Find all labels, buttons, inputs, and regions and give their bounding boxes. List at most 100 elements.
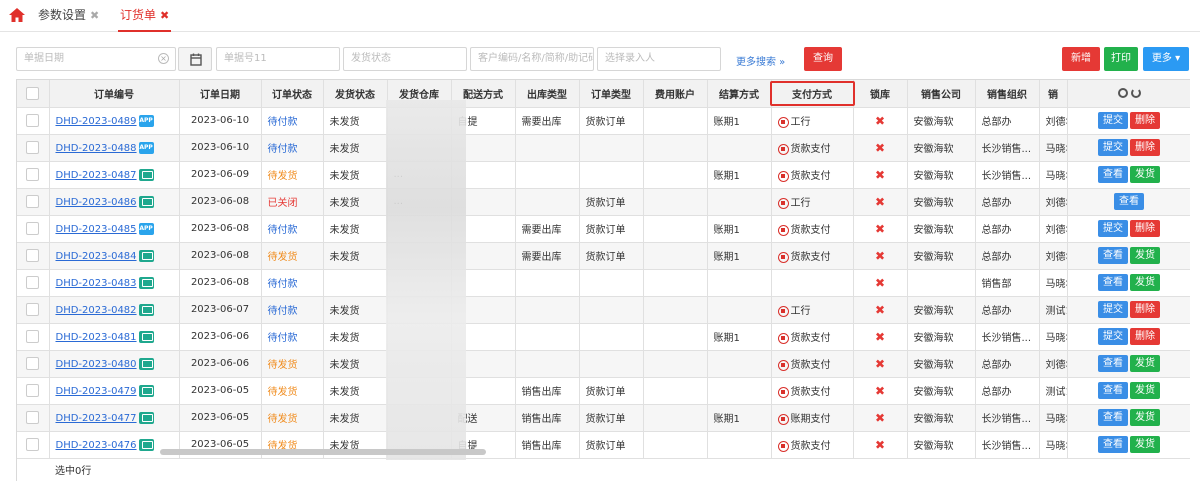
clear-icon[interactable]: × — [158, 53, 169, 64]
table-row[interactable]: DHD-2023-0485 APP 2023-06-08 待付款 未发货 需要出库 货款订单… — [17, 215, 1190, 243]
col-header[interactable]: 锁库 — [853, 80, 908, 108]
row-action-button[interactable]: 查看 — [1098, 409, 1128, 426]
row-action-button[interactable]: 查看 — [1098, 355, 1128, 372]
row-action-button[interactable]: 查看 — [1098, 436, 1128, 453]
row-action-button[interactable]: 发货 — [1130, 382, 1160, 399]
col-header[interactable]: 发货状态 — [323, 80, 388, 108]
row-action-button[interactable]: 查看 — [1098, 274, 1128, 291]
order-id-link[interactable]: DHD-2023-0487 — [56, 170, 137, 181]
order-id-link[interactable]: DHD-2023-0484 — [56, 251, 137, 262]
row-action-button[interactable]: 提交 — [1098, 220, 1128, 237]
row-action-button[interactable]: 提交 — [1098, 112, 1128, 129]
row-action-button[interactable]: 删除 — [1130, 112, 1160, 129]
col-header[interactable]: 订单状态 — [261, 80, 324, 108]
row-checkbox[interactable] — [26, 438, 40, 451]
gear-icon[interactable] — [1117, 87, 1128, 98]
row-checkbox[interactable] — [26, 276, 40, 289]
row-action-button[interactable]: 发货 — [1130, 355, 1160, 372]
row-action-button[interactable]: 删除 — [1130, 328, 1160, 345]
order-id-link[interactable]: DHD-2023-0485 — [56, 224, 137, 235]
table-row[interactable]: DHD-2023-0484 2023-06-08 待发货 未发货 需要出库 货款订单 账期1… — [17, 242, 1190, 270]
col-header[interactable]: 订单类型 — [579, 80, 644, 108]
row-action-button[interactable]: 提交 — [1098, 328, 1128, 345]
col-header[interactable]: 订单日期 — [179, 80, 262, 108]
row-action-button[interactable]: 提交 — [1098, 139, 1128, 156]
table-row[interactable]: DHD-2023-0489 APP 2023-06-10 待付款 未发货 自提 需要出库 货款… — [17, 107, 1190, 135]
row-action-button[interactable]: 删除 — [1130, 139, 1160, 156]
order-id-link[interactable]: DHD-2023-0481 — [56, 332, 137, 343]
row-action-button[interactable]: 提交 — [1098, 301, 1128, 318]
row-action-button[interactable]: 查看 — [1098, 166, 1128, 183]
table-row[interactable]: DHD-2023-04832023-06-08待付款✖销售部马晓华查看发货 — [17, 269, 1190, 297]
table-row[interactable]: DHD-2023-0479 2023-06-05 待发货 未发货 销售出库 货款订单 货款支… — [17, 377, 1190, 405]
row-checkbox[interactable] — [26, 249, 40, 262]
table-row[interactable]: DHD-2023-0481 2023-06-06 待付款 未发货 账期1 货款支付 ✖ 安徽海… — [17, 323, 1190, 351]
col-header[interactable]: 销 — [1039, 80, 1068, 108]
refresh-icon[interactable] — [1130, 87, 1141, 98]
more-search-link[interactable]: 更多搜索 » — [736, 53, 785, 68]
row-checkbox[interactable] — [26, 141, 40, 154]
order-id-link[interactable]: DHD-2023-0486 — [56, 197, 137, 208]
select-all-checkbox[interactable] — [26, 86, 40, 100]
table-row[interactable]: DHD-2023-04872023-06-09待发货未发货...账期1货款支付✖… — [17, 161, 1190, 189]
row-action-button[interactable]: 发货 — [1130, 274, 1160, 291]
order-id-link[interactable]: DHD-2023-0476 — [56, 440, 137, 451]
row-checkbox[interactable] — [26, 411, 40, 424]
entry-user-select[interactable]: 选择录入人 — [597, 47, 721, 71]
table-row[interactable]: DHD-2023-0482 2023-06-07 待付款 未发货 工行 ✖ 安徽海软 总部办测… — [17, 296, 1190, 324]
horizontal-scrollbar[interactable] — [160, 449, 486, 455]
close-icon[interactable]: ✖ — [160, 9, 169, 22]
row-checkbox[interactable] — [26, 303, 40, 316]
more-button[interactable]: 更多 ▾ — [1143, 47, 1189, 71]
order-id-link[interactable]: DHD-2023-0479 — [56, 386, 137, 397]
org-cell: 总部办 — [975, 215, 1040, 243]
date-filter-input[interactable]: 单据日期 × — [16, 47, 176, 71]
calendar-button[interactable] — [178, 47, 212, 71]
col-header[interactable]: 出库类型 — [515, 80, 580, 108]
row-action-button[interactable]: 查看 — [1114, 193, 1144, 210]
home-icon[interactable] — [9, 8, 25, 22]
order-id-link[interactable]: DHD-2023-0488 — [56, 143, 137, 154]
row-action-button[interactable]: 删除 — [1130, 220, 1160, 237]
settle-cell — [707, 350, 772, 378]
query-button[interactable]: 查询 — [804, 47, 842, 71]
col-header[interactable]: 销售组织 — [975, 80, 1040, 108]
table-row[interactable]: DHD-2023-0480 2023-06-06 待发货 未发货 货款支付 ✖ 安徽海软 总部… — [17, 350, 1190, 378]
row-checkbox[interactable] — [26, 384, 40, 397]
out-type-cell: 销售出库 — [515, 404, 580, 432]
tab-order-form[interactable]: 订货单 ✖ — [118, 0, 172, 32]
col-header[interactable]: 订单编号 — [49, 80, 180, 108]
table-row[interactable]: DHD-2023-0488 APP 2023-06-10 待付款 未发货 货款支付 ✖ 安徽海… — [17, 134, 1190, 162]
row-action-button[interactable]: 发货 — [1130, 436, 1160, 453]
ship-status-select[interactable]: 发货状态 — [343, 47, 467, 71]
order-id-link[interactable]: DHD-2023-0489 — [56, 116, 137, 127]
col-header[interactable]: 结算方式 — [707, 80, 772, 108]
col-header[interactable]: 销售公司 — [907, 80, 976, 108]
row-checkbox[interactable] — [26, 330, 40, 343]
customer-input[interactable]: 客户编码/名称/简称/助记码 — [470, 47, 594, 71]
order-id-link[interactable]: DHD-2023-0477 — [56, 413, 137, 424]
row-checkbox[interactable] — [26, 168, 40, 181]
settle-cell: 账期1 — [707, 323, 772, 351]
close-icon[interactable]: ✖ — [90, 9, 99, 22]
add-button[interactable]: 新增 — [1062, 47, 1100, 71]
row-action-button[interactable]: 发货 — [1130, 409, 1160, 426]
doc-number-input[interactable]: 单据号11 — [216, 47, 340, 71]
table-row[interactable]: DHD-2023-04862023-06-08已关闭未发货...货款订单工行✖安… — [17, 188, 1190, 216]
table-row[interactable]: DHD-2023-0477 2023-06-05 待发货 未发货 配送 销售出库 货款订单账… — [17, 404, 1190, 432]
row-checkbox[interactable] — [26, 195, 40, 208]
row-checkbox[interactable] — [26, 357, 40, 370]
order-id-link[interactable]: DHD-2023-0482 — [56, 305, 137, 316]
row-action-button[interactable]: 查看 — [1098, 247, 1128, 264]
print-button[interactable]: 打印 — [1104, 47, 1138, 71]
row-checkbox[interactable] — [26, 114, 40, 127]
row-action-button[interactable]: 查看 — [1098, 382, 1128, 399]
row-action-button[interactable]: 删除 — [1130, 301, 1160, 318]
row-action-button[interactable]: 发货 — [1130, 247, 1160, 264]
row-action-button[interactable]: 发货 — [1130, 166, 1160, 183]
col-header[interactable]: 费用账户 — [643, 80, 708, 108]
row-checkbox[interactable] — [26, 222, 40, 235]
order-id-link[interactable]: DHD-2023-0480 — [56, 359, 137, 370]
tab-params-settings[interactable]: 参数设置 ✖ — [38, 0, 99, 32]
order-id-link[interactable]: DHD-2023-0483 — [56, 278, 137, 289]
